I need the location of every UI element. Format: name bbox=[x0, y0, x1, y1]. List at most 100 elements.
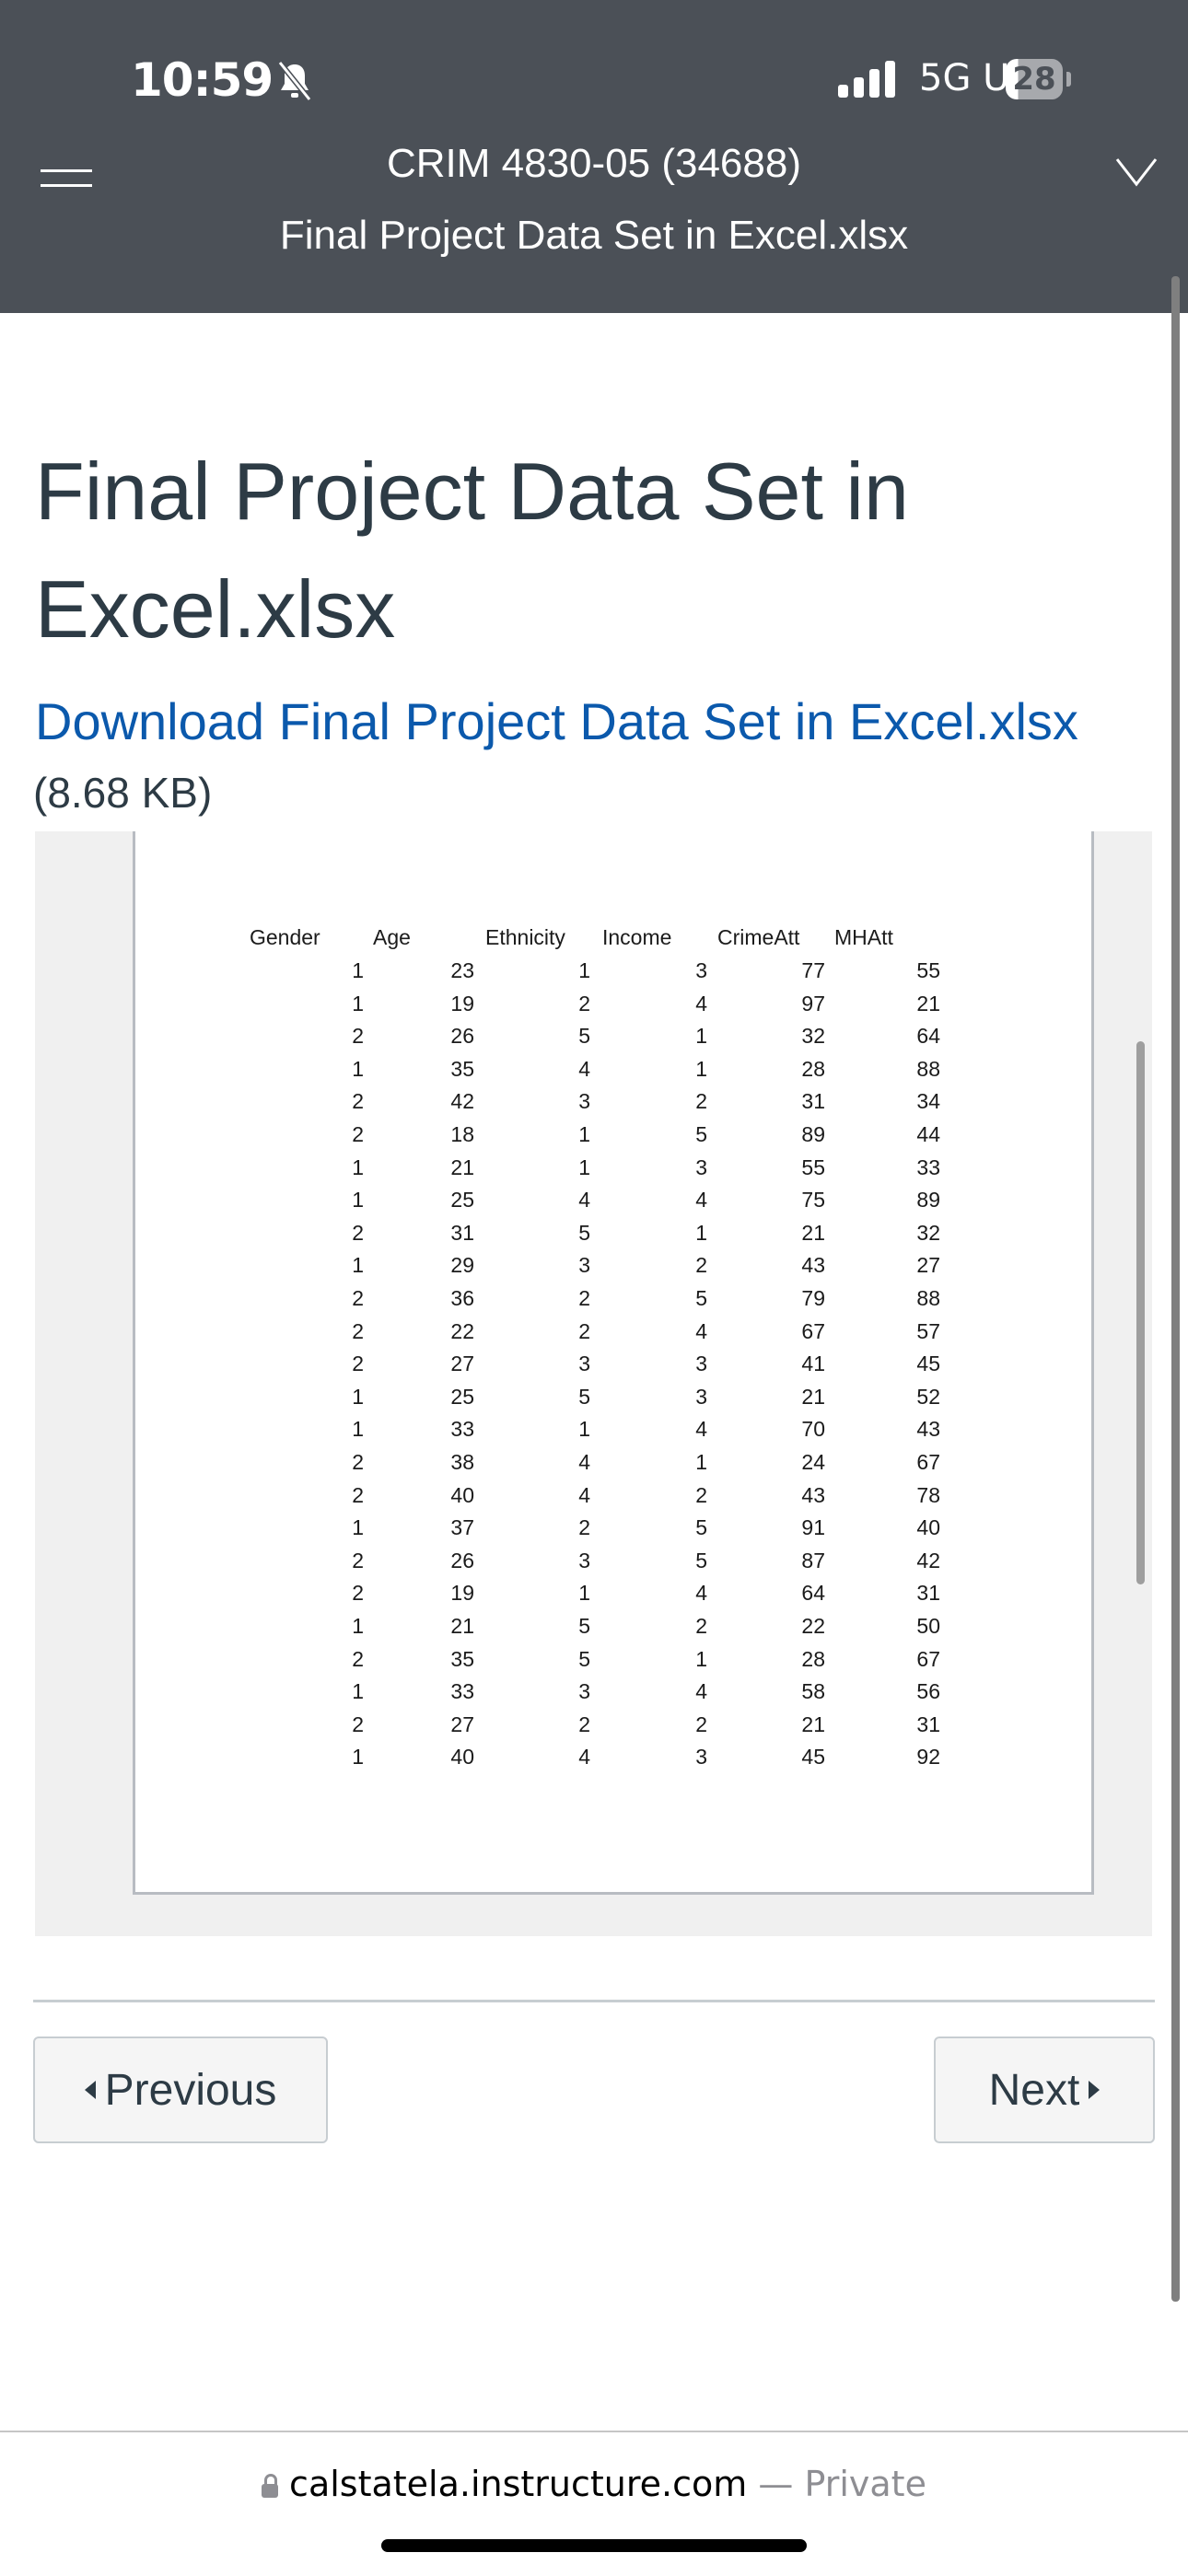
table-cell: 1 bbox=[578, 958, 590, 982]
table-cell: 5 bbox=[578, 1646, 590, 1671]
table-cell: 2 bbox=[578, 991, 590, 1015]
table-cell: 26 bbox=[450, 1024, 474, 1049]
battery-tip bbox=[1066, 72, 1071, 87]
table-cell: 1 bbox=[695, 1450, 707, 1474]
table-cell: 67 bbox=[916, 1450, 940, 1474]
table-cell: 27 bbox=[450, 1352, 474, 1376]
table-cell: 21 bbox=[450, 1155, 474, 1179]
header-subtitle: Final Project Data Set in Excel.xlsx bbox=[279, 213, 909, 258]
table-cell: 32 bbox=[916, 1220, 940, 1245]
table-cell: 88 bbox=[916, 1056, 940, 1081]
divider bbox=[33, 2000, 1155, 2002]
table-cell: 23 bbox=[450, 958, 474, 982]
column-header: CrimeAtt bbox=[717, 925, 800, 949]
page-scrollbar[interactable] bbox=[1171, 276, 1180, 2302]
table-cell: 2 bbox=[352, 1286, 364, 1310]
table-cell: 56 bbox=[916, 1679, 940, 1704]
table-cell: 2 bbox=[352, 1450, 364, 1474]
table-cell: 33 bbox=[450, 1417, 474, 1442]
table-cell: 1 bbox=[352, 1745, 364, 1770]
table-cell: 37 bbox=[450, 1515, 474, 1540]
table-cell: 2 bbox=[352, 1646, 364, 1671]
url-bar[interactable]: calstatela.instructure.com — Private bbox=[0, 2464, 1188, 2504]
app-header: 10:59 5G UC 28 CRIM 4830-05 (34688) Fina… bbox=[0, 0, 1188, 313]
table-cell: 2 bbox=[352, 1712, 364, 1736]
table-cell: 3 bbox=[578, 1253, 590, 1278]
table-cell: 52 bbox=[916, 1384, 940, 1409]
table-cell: 2 bbox=[352, 1220, 364, 1245]
table-cell: 31 bbox=[916, 1712, 940, 1736]
table-cell: 58 bbox=[801, 1679, 825, 1704]
table-cell: 70 bbox=[801, 1417, 825, 1442]
table-cell: 88 bbox=[916, 1286, 940, 1310]
status-time: 10:59 bbox=[131, 53, 274, 107]
table-cell: 33 bbox=[916, 1155, 940, 1179]
table-cell: 3 bbox=[578, 1352, 590, 1376]
table-cell: 1 bbox=[695, 1024, 707, 1049]
table-cell: 4 bbox=[578, 1188, 590, 1213]
table-cell: 5 bbox=[578, 1220, 590, 1245]
table-cell: 2 bbox=[352, 1318, 364, 1343]
page-title: Final Project Data Set in Excel.xlsx bbox=[35, 446, 909, 655]
table-cell: 27 bbox=[450, 1712, 474, 1736]
table-cell: 1 bbox=[352, 991, 364, 1015]
table-cell: 2 bbox=[352, 1482, 364, 1507]
table-cell: 4 bbox=[695, 1581, 707, 1606]
caret-left-icon bbox=[84, 2081, 96, 2099]
spreadsheet-page: Gender Age Ethnicity Income CrimeAtt MHAtt 1 23… bbox=[133, 831, 1094, 1895]
table-cell: 3 bbox=[695, 1745, 707, 1770]
table-cell: 1 bbox=[352, 1614, 364, 1638]
table-cell: 40 bbox=[450, 1745, 474, 1770]
table-cell: 1 bbox=[695, 1220, 707, 1245]
table-cell: 40 bbox=[450, 1482, 474, 1507]
table-cell: 2 bbox=[695, 1614, 707, 1638]
table-cell: 18 bbox=[450, 1122, 474, 1146]
column-header: Ethnicity bbox=[485, 925, 565, 949]
table-cell: 27 bbox=[916, 1253, 940, 1278]
table-cell: 35 bbox=[450, 1646, 474, 1671]
table-cell: 5 bbox=[695, 1548, 707, 1572]
table-cell: 35 bbox=[450, 1056, 474, 1081]
table-cell: 1 bbox=[578, 1417, 590, 1442]
table-cell: 1 bbox=[352, 1384, 364, 1409]
table-cell: 19 bbox=[450, 1581, 474, 1606]
table-cell: 21 bbox=[801, 1712, 825, 1736]
table-cell: 36 bbox=[450, 1286, 474, 1310]
table-cell: 97 bbox=[801, 991, 825, 1015]
next-button[interactable]: Next bbox=[934, 2036, 1155, 2143]
table-cell: 25 bbox=[450, 1384, 474, 1409]
table-cell: 24 bbox=[801, 1450, 825, 1474]
table-cell: 40 bbox=[916, 1515, 940, 1540]
table-cell: 4 bbox=[578, 1450, 590, 1474]
chevron-down-icon[interactable] bbox=[1114, 157, 1159, 188]
table-cell: 55 bbox=[801, 1155, 825, 1179]
table-cell: 75 bbox=[801, 1188, 825, 1213]
url-domain: calstatela.instructure.com bbox=[289, 2464, 748, 2504]
table-cell: 32 bbox=[801, 1024, 825, 1049]
table-cell: 1 bbox=[352, 1515, 364, 1540]
table-cell: 4 bbox=[695, 1318, 707, 1343]
table-cell: 3 bbox=[695, 1352, 707, 1376]
table-cell: 64 bbox=[801, 1581, 825, 1606]
course-title: CRIM 4830-05 (34688) bbox=[386, 144, 801, 186]
preview-scrollbar[interactable] bbox=[1136, 1041, 1145, 1584]
table-cell: 34 bbox=[916, 1089, 940, 1114]
table-cell: 21 bbox=[801, 1220, 825, 1245]
column-header: Income bbox=[602, 925, 672, 949]
table-cell: 5 bbox=[695, 1122, 707, 1146]
table-cell: 1 bbox=[352, 1155, 364, 1179]
table-cell: 29 bbox=[450, 1253, 474, 1278]
download-link[interactable]: Download Final Project Data Set in Excel… bbox=[35, 687, 1078, 757]
home-indicator[interactable] bbox=[381, 2539, 807, 2552]
table-cell: 57 bbox=[916, 1318, 940, 1343]
table-cell: 2 bbox=[695, 1482, 707, 1507]
table-cell: 55 bbox=[916, 958, 940, 982]
table-cell: 5 bbox=[578, 1024, 590, 1049]
table-cell: 2 bbox=[578, 1515, 590, 1540]
table-cell: 42 bbox=[450, 1089, 474, 1114]
document-preview[interactable]: Gender Age Ethnicity Income CrimeAtt MHAtt 1 23… bbox=[35, 831, 1152, 1936]
table-cell: 67 bbox=[916, 1646, 940, 1671]
table-cell: 21 bbox=[450, 1614, 474, 1638]
table-cell: 78 bbox=[916, 1482, 940, 1507]
previous-button[interactable]: Previous bbox=[33, 2036, 328, 2143]
